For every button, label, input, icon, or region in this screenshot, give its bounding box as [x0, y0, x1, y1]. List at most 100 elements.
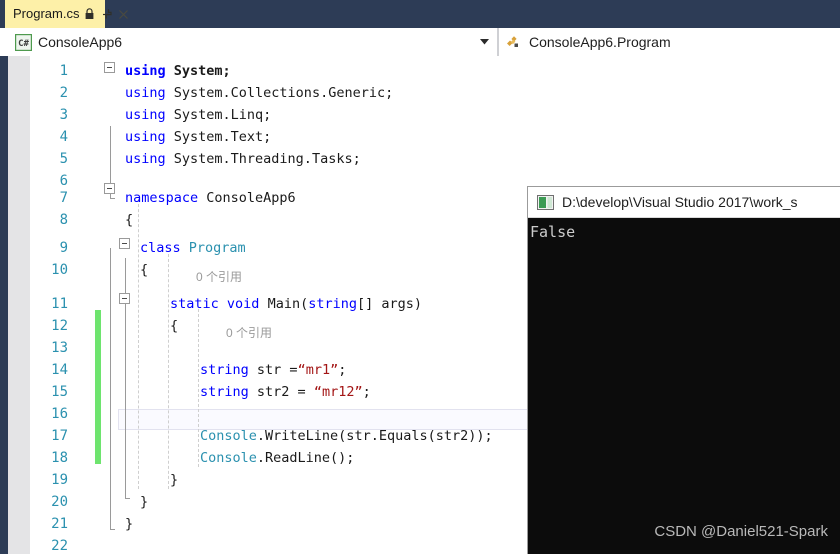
- line-number: 15: [51, 384, 68, 400]
- code-text: using System;: [125, 60, 231, 82]
- line-number: 14: [51, 362, 68, 378]
- csharp-project-icon: C#: [14, 33, 32, 51]
- code-token: {: [125, 212, 134, 228]
- code-token: void: [226, 296, 260, 312]
- console-window-icon: [537, 194, 554, 210]
- line-number: 1: [59, 63, 68, 79]
- code-token: Program: [188, 240, 246, 256]
- line-number: 18: [51, 450, 68, 466]
- code-token: ConsoleApp6: [198, 190, 296, 206]
- type-dropdown[interactable]: ConsoleApp6.Program: [498, 28, 840, 56]
- code-token: string: [200, 362, 249, 378]
- pin-icon[interactable]: [100, 7, 113, 21]
- line-number: 3: [59, 107, 68, 123]
- code-token: System.Collections.Generic;: [165, 85, 394, 101]
- console-title-bar[interactable]: D:\develop\Visual Studio 2017\work_s: [528, 187, 840, 218]
- line-number: 17: [51, 428, 68, 444]
- close-icon[interactable]: [117, 7, 130, 21]
- code-token: “mr1”: [297, 362, 339, 378]
- code-token: System;: [165, 63, 231, 79]
- type-dropdown-label: ConsoleApp6.Program: [529, 34, 671, 50]
- code-text: using System.Threading.Tasks;: [125, 148, 361, 170]
- code-line[interactable]: 5 using System.Threading.Tasks;: [30, 148, 840, 170]
- editor-tab-program-cs[interactable]: Program.cs: [5, 0, 129, 28]
- console-window[interactable]: D:\develop\Visual Studio 2017\work_s Fal…: [527, 186, 840, 554]
- code-token: namespace: [125, 190, 199, 206]
- line-number: 9: [59, 240, 68, 256]
- code-token: Console: [200, 450, 257, 466]
- code-token: }: [125, 516, 134, 532]
- code-text: {: [125, 209, 133, 231]
- code-token: .ReadLine();: [256, 450, 355, 466]
- line-number: 16: [51, 406, 68, 422]
- line-number: 2: [59, 85, 68, 101]
- line-number: 4: [59, 129, 68, 145]
- project-dropdown[interactable]: C# ConsoleApp6: [8, 28, 498, 56]
- line-number: 7: [59, 190, 68, 206]
- code-token: System.Linq;: [165, 107, 272, 123]
- code-token: str =: [248, 362, 298, 378]
- svg-text:C#: C#: [18, 39, 29, 49]
- code-line[interactable]: 4 using System.Text;: [30, 126, 840, 148]
- code-text: using System.Text;: [125, 126, 271, 148]
- codelens-reference-count[interactable]: 0 个引用: [226, 324, 272, 342]
- line-number: 20: [51, 494, 68, 510]
- code-text: }: [140, 491, 148, 513]
- code-token: }: [140, 494, 149, 510]
- line-number: 10: [51, 262, 68, 278]
- code-token: “mr12”: [313, 384, 363, 400]
- project-dropdown-label: ConsoleApp6: [38, 34, 123, 50]
- code-line[interactable]: 2 using System.Collections.Generic;: [30, 82, 840, 104]
- line-number: 19: [51, 472, 68, 488]
- code-text: static void Main(string[] args): [170, 293, 422, 315]
- code-token: [] args): [357, 296, 423, 312]
- code-text: string str =“mr1”;: [200, 359, 346, 381]
- line-number: 8: [59, 212, 68, 228]
- navigation-bar: C# ConsoleApp6 ConsoleApp6.Program: [8, 28, 840, 56]
- code-token: {: [170, 318, 179, 334]
- code-token: ;: [362, 384, 371, 400]
- editor-tab-strip: Program.cs: [0, 0, 840, 28]
- code-token: using: [125, 129, 166, 145]
- code-text: }: [125, 513, 133, 535]
- code-token: {: [140, 262, 149, 278]
- code-token: }: [170, 472, 179, 488]
- console-output[interactable]: False: [528, 218, 840, 554]
- code-text: using System.Collections.Generic;: [125, 82, 393, 104]
- code-line[interactable]: 1 using System;: [30, 60, 840, 82]
- editor-tab-label: Program.cs: [13, 6, 80, 21]
- code-token: Main(: [259, 296, 309, 312]
- code-text: }: [170, 469, 178, 491]
- class-icon: [505, 33, 523, 51]
- code-token: using: [125, 63, 166, 79]
- code-text: {: [170, 315, 178, 337]
- code-token: System.Text;: [165, 129, 272, 145]
- code-text: {: [140, 259, 148, 281]
- code-text: using System.Linq;: [125, 104, 271, 126]
- code-token: string: [200, 384, 249, 400]
- code-text: string str2 = “mr12”;: [200, 381, 371, 403]
- selection-margin[interactable]: [8, 56, 30, 554]
- codelens-reference-count[interactable]: 0 个引用: [196, 268, 242, 286]
- code-token: static: [170, 296, 219, 312]
- line-number: 12: [51, 318, 68, 334]
- watermark-text: CSDN @Daniel521-Spark: [654, 523, 828, 540]
- editor-left-accent-bar: [0, 56, 8, 554]
- console-title-label: D:\develop\Visual Studio 2017\work_s: [562, 194, 798, 210]
- code-token: using: [125, 85, 166, 101]
- line-number: 22: [51, 538, 68, 554]
- code-line[interactable]: 3 using System.Linq;: [30, 104, 840, 126]
- line-number: 11: [51, 296, 68, 312]
- code-token: using: [125, 107, 166, 123]
- code-token: string: [308, 296, 357, 312]
- code-text: Console.WriteLine(str.Equals(str2));: [200, 425, 493, 447]
- code-token: Console: [200, 428, 257, 444]
- visual-studio-window: Program.cs C# ConsoleApp6 ConsoleApp6.Pr…: [0, 0, 840, 554]
- lock-icon[interactable]: [83, 7, 96, 21]
- chevron-down-icon[interactable]: [480, 28, 489, 56]
- code-text: Console.ReadLine();: [200, 447, 354, 469]
- code-token: str2 =: [248, 384, 314, 400]
- line-number: 5: [59, 151, 68, 167]
